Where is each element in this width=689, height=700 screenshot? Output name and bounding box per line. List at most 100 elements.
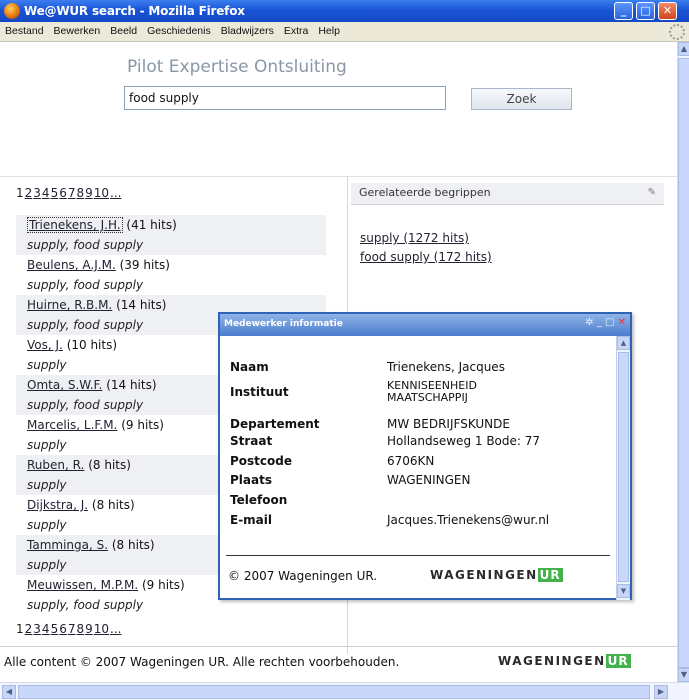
menu-bewerken[interactable]: Bewerken bbox=[49, 22, 106, 37]
email-link[interactable]: Jacques.Trienekens@wur.nl bbox=[387, 513, 549, 527]
scroll-down-icon[interactable]: ▼ bbox=[617, 584, 630, 598]
popup-close-button[interactable]: ✕ bbox=[618, 317, 626, 328]
menu-bar: Bestand Bewerken Beeld Geschiedenis Bladwijz… bbox=[0, 22, 689, 42]
minimize-button[interactable]: _ bbox=[614, 2, 633, 20]
page-link[interactable]: 7 bbox=[68, 186, 76, 200]
result-hits: (8 hits) bbox=[111, 538, 155, 552]
result-hits: (9 hits) bbox=[121, 418, 164, 432]
throbber-icon bbox=[669, 24, 685, 40]
popup-controls: ✲ _ □ ✕ bbox=[585, 317, 626, 328]
result-hits: (39 hits) bbox=[119, 258, 170, 272]
page-more-link[interactable]: ... bbox=[110, 622, 121, 636]
popup-scrollbar[interactable]: ▲ ▼ bbox=[616, 336, 630, 600]
result-terms: supply, food supply bbox=[27, 278, 144, 292]
scroll-right-icon[interactable]: ▶ bbox=[654, 685, 668, 699]
footer-text: Alle content © 2007 Wageningen UR. Alle … bbox=[4, 655, 400, 669]
result-name-link[interactable]: Dijkstra, J. bbox=[27, 498, 88, 512]
field-label: Straat bbox=[230, 434, 273, 448]
result-hits: (8 hits) bbox=[88, 458, 131, 472]
result-name-link[interactable]: Ruben, R. bbox=[27, 458, 84, 472]
vertical-scroll-thumb[interactable] bbox=[678, 58, 689, 668]
page-link[interactable]: 10 bbox=[94, 622, 109, 636]
horizontal-scroll-thumb[interactable] bbox=[18, 685, 650, 699]
page-link[interactable]: 6 bbox=[59, 622, 67, 636]
page-link[interactable]: 8 bbox=[76, 186, 84, 200]
field-value: KENNISEENHEID MAATSCHAPPIJ bbox=[387, 379, 477, 404]
window-title: We@WUR search - Mozilla Firefox bbox=[24, 4, 245, 18]
page-link[interactable]: 6 bbox=[59, 186, 67, 200]
search-button[interactable]: Zoek bbox=[471, 88, 572, 110]
page-link[interactable]: 4 bbox=[42, 622, 50, 636]
refresh-icon[interactable]: ✲ bbox=[585, 317, 593, 328]
page-link[interactable]: 2 bbox=[25, 622, 33, 636]
menu-extra[interactable]: Extra bbox=[279, 22, 314, 37]
pagination-top: 12345678910... bbox=[16, 186, 122, 200]
app-title: Pilot Expertise Ontsluiting bbox=[127, 57, 347, 77]
page-link[interactable]: 3 bbox=[33, 622, 41, 636]
pagination-bottom: 12345678910... bbox=[16, 622, 122, 636]
related-term-link[interactable]: food supply (172 hits) bbox=[360, 248, 492, 267]
menu-help[interactable]: Help bbox=[313, 22, 345, 37]
field-value: Hollandseweg 1 Bode: 77 bbox=[387, 434, 541, 448]
page-link[interactable]: 9 bbox=[85, 186, 93, 200]
popup-divider bbox=[226, 555, 610, 556]
field-label: Departement bbox=[230, 417, 320, 431]
related-terms-header: Gerelateerde begrippen ✎ bbox=[351, 183, 664, 205]
result-name-link[interactable]: Omta, S.W.F. bbox=[27, 378, 102, 392]
footer-divider bbox=[0, 646, 677, 647]
popup-copyright: © 2007 Wageningen UR. bbox=[228, 569, 378, 583]
field-value: Trienekens, Jacques bbox=[387, 360, 505, 374]
page-current: 1 bbox=[16, 186, 24, 200]
result-name-link[interactable]: Vos, J. bbox=[27, 338, 63, 352]
search-input[interactable] bbox=[124, 86, 446, 110]
firefox-icon bbox=[4, 3, 20, 19]
page-link[interactable]: 3 bbox=[33, 186, 41, 200]
scroll-down-icon[interactable]: ▼ bbox=[678, 668, 689, 682]
page-link[interactable]: 10 bbox=[94, 186, 109, 200]
page-link[interactable]: 5 bbox=[51, 186, 59, 200]
popup-title: Medewerker informatie bbox=[220, 314, 630, 336]
page-link[interactable]: 9 bbox=[85, 622, 93, 636]
result-terms: supply, food supply bbox=[16, 235, 326, 255]
field-label: Plaats bbox=[230, 473, 272, 487]
maximize-button[interactable]: □ bbox=[636, 2, 655, 20]
page-current: 1 bbox=[16, 622, 24, 636]
menu-bladwijzers[interactable]: Bladwijzers bbox=[216, 22, 279, 37]
result-name-link[interactable]: Beulens, A.J.M. bbox=[27, 258, 116, 272]
page-vertical-scrollbar[interactable]: ▲ ▼ bbox=[677, 42, 689, 682]
page-link[interactable]: 2 bbox=[25, 186, 33, 200]
field-label: Postcode bbox=[230, 454, 293, 468]
wageningen-ur-logo: WAGENINGEN UR bbox=[430, 568, 563, 582]
page-link[interactable]: 4 bbox=[42, 186, 50, 200]
menu-bestand[interactable]: Bestand bbox=[0, 22, 49, 37]
scroll-left-icon[interactable]: ◀ bbox=[2, 685, 16, 699]
related-term-link[interactable]: supply (1272 hits) bbox=[360, 229, 492, 248]
popup-maximize-button[interactable]: □ bbox=[605, 317, 614, 328]
popup-scroll-thumb[interactable] bbox=[618, 352, 629, 582]
page-link[interactable]: 8 bbox=[76, 622, 84, 636]
scroll-up-icon[interactable]: ▲ bbox=[678, 42, 689, 56]
page-more-link[interactable]: ... bbox=[110, 186, 121, 200]
related-terms-title: Gerelateerde begrippen bbox=[359, 186, 491, 199]
page-link[interactable]: 7 bbox=[68, 622, 76, 636]
content-divider bbox=[0, 176, 677, 177]
field-label: Instituut bbox=[230, 385, 289, 399]
result-hits: (9 hits) bbox=[141, 578, 185, 592]
result-hits: (14 hits) bbox=[116, 298, 167, 312]
page-horizontal-scrollbar[interactable]: ◀ ▶ bbox=[0, 682, 689, 700]
scroll-up-icon[interactable]: ▲ bbox=[617, 336, 630, 350]
field-label: E-mail bbox=[230, 513, 273, 527]
result-name-link[interactable]: Meuwissen, M.P.M. bbox=[27, 578, 138, 592]
result-name-link[interactable]: Marcelis, L.F.M. bbox=[27, 418, 117, 432]
page-link[interactable]: 5 bbox=[51, 622, 59, 636]
result-name-link[interactable]: Trienekens, J.H. bbox=[27, 217, 123, 233]
pin-icon[interactable]: ✎ bbox=[648, 187, 656, 198]
field-value: WAGENINGEN bbox=[387, 473, 471, 487]
field-label: Naam bbox=[230, 360, 269, 374]
result-name-link[interactable]: Tamminga, S. bbox=[27, 538, 108, 552]
popup-minimize-button[interactable]: _ bbox=[597, 317, 602, 328]
close-button[interactable]: ✕ bbox=[658, 2, 677, 20]
result-name-link[interactable]: Huirne, R.B.M. bbox=[27, 298, 112, 312]
menu-geschiedenis[interactable]: Geschiedenis bbox=[142, 22, 216, 37]
menu-beeld[interactable]: Beeld bbox=[105, 22, 142, 37]
